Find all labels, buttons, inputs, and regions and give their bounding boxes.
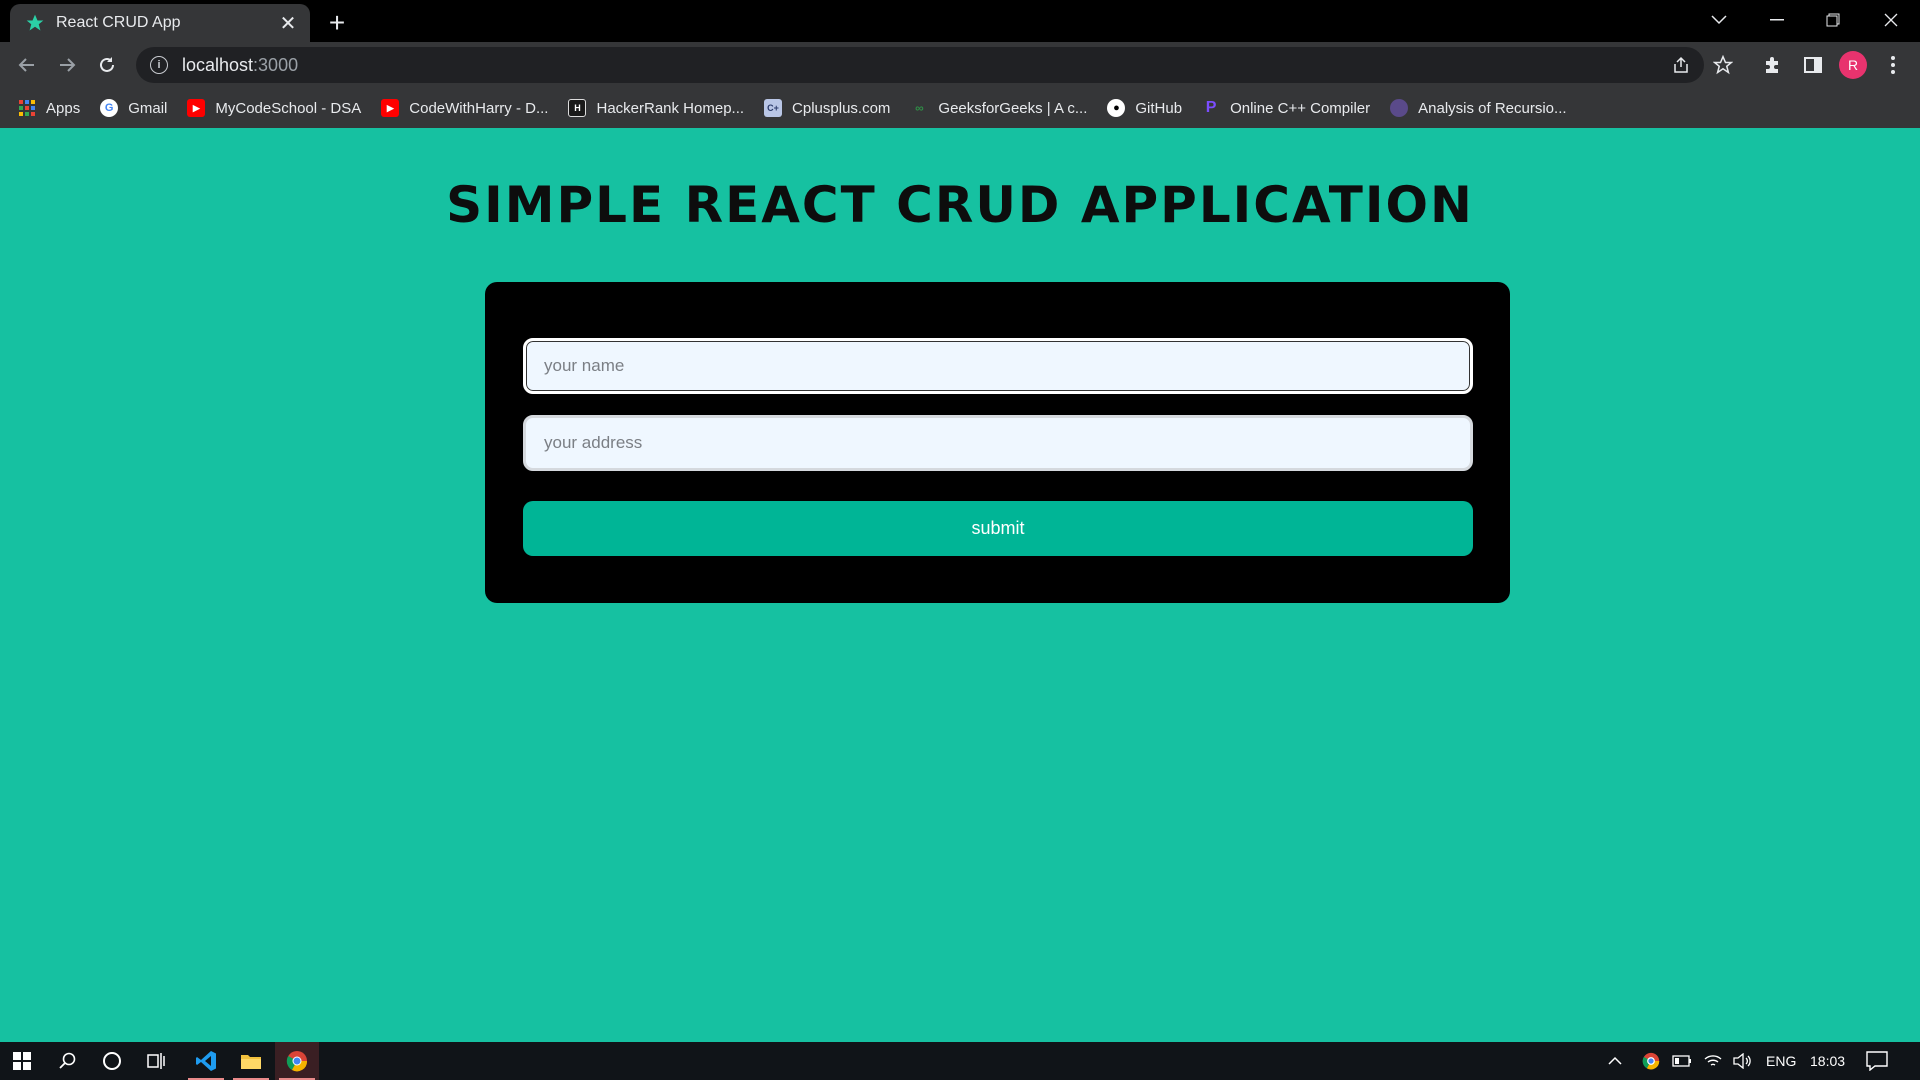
extensions-puzzle-icon[interactable] bbox=[1758, 50, 1788, 80]
search-icon[interactable] bbox=[46, 1042, 90, 1080]
bookmark-star-icon[interactable] bbox=[1708, 50, 1738, 80]
minimize-button[interactable] bbox=[1754, 0, 1800, 40]
profile-avatar[interactable]: R bbox=[1838, 50, 1868, 80]
bookmark-label: Gmail bbox=[128, 99, 168, 117]
bookmark-analysis-recursion[interactable]: Analysis of Recursio... bbox=[1390, 99, 1567, 117]
url-host: localhost bbox=[182, 54, 254, 75]
bookmark-label: GeeksforGeeks | A c... bbox=[938, 99, 1088, 117]
crud-form-card: submit bbox=[485, 282, 1510, 603]
name-input[interactable] bbox=[523, 338, 1473, 394]
page-title: SIMPLE REACT CRUD APPLICATION bbox=[446, 176, 1474, 234]
browser-toolbar: i localhost:3000 R bbox=[0, 42, 1920, 88]
notifications-icon[interactable] bbox=[1866, 1042, 1888, 1080]
bookmark-label: Cplusplus.com bbox=[792, 99, 891, 117]
volume-icon[interactable] bbox=[1732, 1042, 1752, 1080]
bookmark-cplusplus[interactable]: C+ Cplusplus.com bbox=[764, 99, 890, 117]
bookmark-hackerrank[interactable]: H HackerRank Homep... bbox=[568, 99, 744, 117]
site-info-icon[interactable]: i bbox=[150, 56, 168, 74]
browser-tab-strip: React CRUD App ✕ + bbox=[0, 0, 1920, 42]
submit-button[interactable]: submit bbox=[523, 501, 1473, 556]
tab-search-chevron-icon[interactable] bbox=[1696, 0, 1742, 40]
file-explorer-icon[interactable] bbox=[229, 1042, 273, 1080]
reload-icon[interactable] bbox=[92, 50, 122, 80]
bookmark-mycodeschool[interactable]: ▶ MyCodeSchool - DSA bbox=[187, 99, 361, 117]
task-view-icon[interactable] bbox=[134, 1042, 178, 1080]
back-arrow-icon[interactable] bbox=[12, 50, 42, 80]
cplusplus-icon: C+ bbox=[764, 99, 783, 117]
chrome-taskbar-icon[interactable] bbox=[275, 1042, 319, 1080]
bookmark-label: Apps bbox=[46, 99, 81, 117]
compiler-icon: P bbox=[1205, 99, 1217, 116]
chrome-tray-icon[interactable] bbox=[1642, 1042, 1660, 1080]
battery-icon[interactable] bbox=[1672, 1042, 1692, 1080]
side-panel-icon[interactable] bbox=[1798, 50, 1828, 80]
url-port: :3000 bbox=[253, 54, 299, 75]
youtube-icon: ▶ bbox=[381, 99, 400, 117]
bookmark-online-cpp-compiler[interactable]: P Online C++ Compiler bbox=[1202, 99, 1370, 117]
bookmark-label: MyCodeSchool - DSA bbox=[215, 99, 362, 117]
address-bar[interactable]: i localhost:3000 bbox=[136, 47, 1704, 83]
cortana-circle-icon[interactable] bbox=[90, 1042, 134, 1080]
star-favicon-icon bbox=[24, 12, 46, 34]
close-tab-icon[interactable]: ✕ bbox=[276, 11, 300, 35]
globe-icon bbox=[1390, 99, 1409, 117]
wifi-icon[interactable] bbox=[1704, 1042, 1722, 1080]
show-hidden-icons-chevron[interactable] bbox=[1608, 1042, 1622, 1080]
bookmark-apps[interactable]: Apps bbox=[18, 99, 80, 117]
menu-kebab-icon[interactable] bbox=[1878, 50, 1908, 80]
windows-taskbar: ENG 18:03 bbox=[0, 1042, 1920, 1080]
bookmark-label: HackerRank Homep... bbox=[596, 99, 745, 117]
new-tab-button[interactable]: + bbox=[322, 7, 352, 38]
restore-button[interactable] bbox=[1810, 0, 1856, 40]
bookmark-label: Analysis of Recursio... bbox=[1418, 99, 1567, 117]
bookmark-codewithharry[interactable]: ▶ CodeWithHarry - D... bbox=[381, 99, 548, 117]
bookmark-label: Online C++ Compiler bbox=[1230, 99, 1371, 117]
address-input[interactable] bbox=[523, 415, 1473, 471]
forward-arrow-icon[interactable] bbox=[52, 50, 82, 80]
geeksforgeeks-icon: ∞ bbox=[915, 101, 924, 115]
github-icon: ● bbox=[1107, 99, 1126, 117]
hackerrank-icon: H bbox=[568, 99, 587, 117]
bookmarks-bar: Apps G Gmail ▶ MyCodeSchool - DSA ▶ Code… bbox=[0, 88, 1920, 128]
browser-tab[interactable]: React CRUD App ✕ bbox=[10, 4, 310, 42]
language-indicator[interactable]: ENG bbox=[1766, 1042, 1796, 1080]
close-window-button[interactable] bbox=[1868, 0, 1914, 40]
clock[interactable]: 18:03 bbox=[1810, 1042, 1845, 1080]
bookmark-geeksforgeeks[interactable]: ∞ GeeksforGeeks | A c... bbox=[910, 99, 1087, 117]
bookmark-label: GitHub bbox=[1135, 99, 1183, 117]
share-icon[interactable] bbox=[1666, 50, 1696, 80]
tab-title: React CRUD App bbox=[56, 14, 181, 31]
windows-start-icon[interactable] bbox=[0, 1042, 44, 1080]
bookmark-gmail[interactable]: G Gmail bbox=[100, 99, 167, 117]
google-icon: G bbox=[100, 99, 119, 117]
bookmark-label: CodeWithHarry - D... bbox=[409, 99, 549, 117]
apps-grid-icon bbox=[18, 99, 36, 117]
bookmark-github[interactable]: ● GitHub bbox=[1107, 99, 1182, 117]
youtube-icon: ▶ bbox=[187, 99, 206, 117]
vscode-icon[interactable] bbox=[184, 1042, 228, 1080]
